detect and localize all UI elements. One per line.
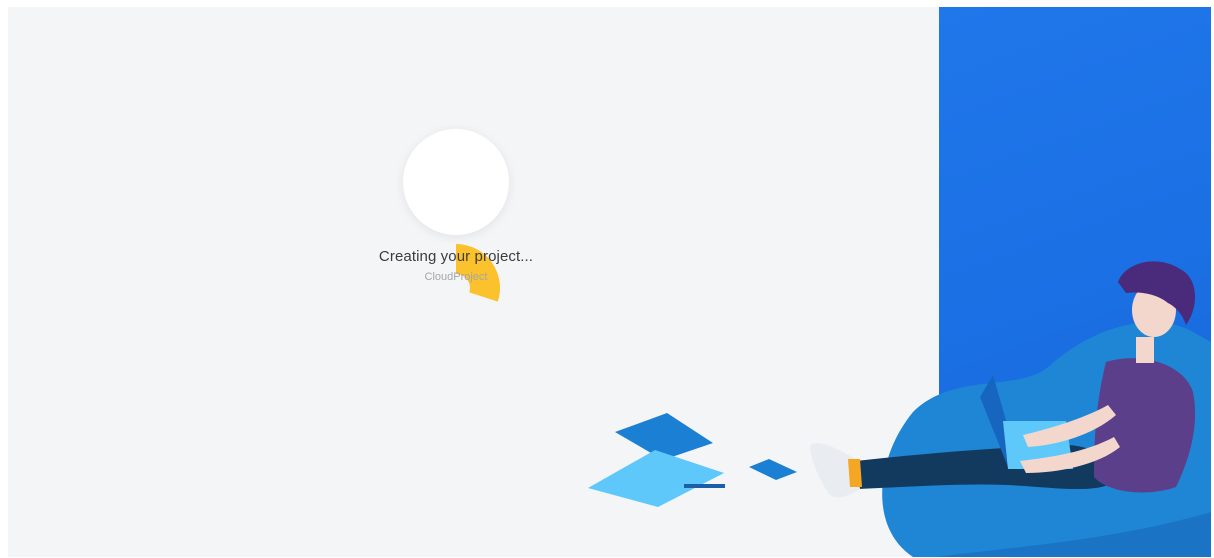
neck-shape [1136, 337, 1154, 363]
page-frame: Creating your project... CloudProject [8, 7, 1211, 557]
paper-dark-icon [615, 413, 713, 460]
sock-icon [848, 459, 862, 487]
phone-icon [749, 459, 797, 480]
pen-icon [684, 484, 725, 488]
torso-shape [1094, 358, 1196, 493]
paper-light-icon [588, 450, 724, 507]
person-with-laptop-illustration [588, 261, 1211, 557]
